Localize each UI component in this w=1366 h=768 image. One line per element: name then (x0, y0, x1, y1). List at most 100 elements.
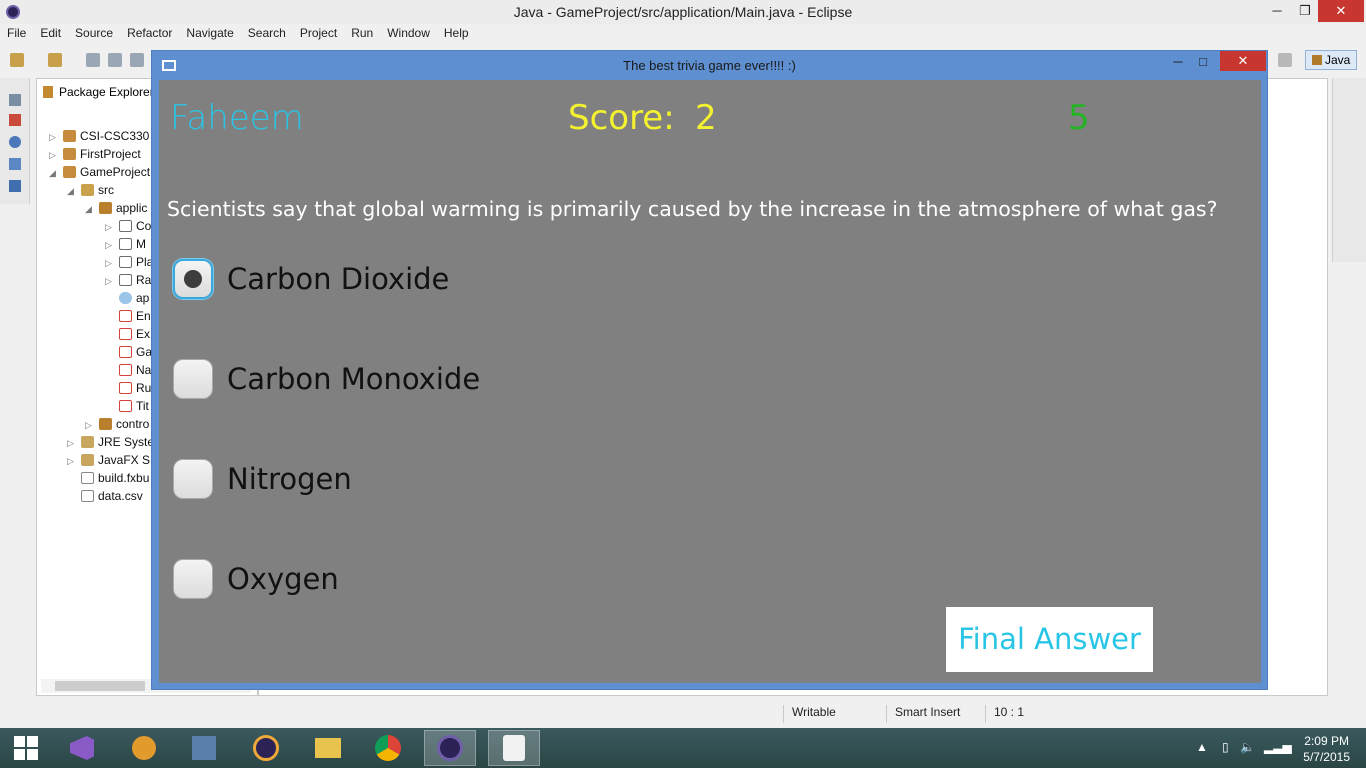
taskbar-intellij[interactable] (178, 730, 230, 766)
tree-item[interactable]: ▷ Pla (105, 255, 153, 273)
show-hidden-icons[interactable]: ▲ (1196, 740, 1208, 754)
trivia-game-window: The best trivia game ever!!!! :) ─ □ ✕ F… (151, 50, 1268, 690)
taskbar-app-orange[interactable] (118, 730, 170, 766)
tree-item[interactable]: Tit (105, 399, 149, 417)
game-panel: Faheem Score: 2 5 Scientists say that gl… (159, 80, 1261, 683)
tree-label: build.fxbu (98, 471, 150, 485)
menu-source[interactable]: Source (68, 24, 120, 44)
tree-label: Ga (136, 345, 153, 359)
tree-item[interactable]: Na (105, 363, 151, 381)
tree-label: applic (116, 201, 148, 215)
taskbar-eclipse[interactable] (240, 730, 292, 766)
tree-item[interactable]: ▷ JavaFX SD (67, 453, 159, 471)
answer-radio[interactable] (173, 459, 213, 499)
volume-icon[interactable]: 🔈 (1240, 740, 1255, 754)
new-icon[interactable] (10, 53, 24, 67)
final-answer-button[interactable]: Final Answer (946, 607, 1153, 672)
tree-label: contro (116, 417, 150, 431)
trivia-title-bar[interactable]: The best trivia game ever!!!! :) ─ □ ✕ (152, 51, 1267, 79)
dialog-maximize-button[interactable]: □ (1192, 52, 1214, 74)
file-icon (81, 490, 94, 502)
taskbar-eclipse-2[interactable] (424, 730, 476, 766)
package-explorer-tab[interactable]: Package Explorer (37, 79, 155, 105)
menu-file[interactable]: File (0, 24, 33, 44)
menu-project[interactable]: Project (293, 24, 344, 44)
declaration-icon[interactable] (9, 158, 21, 170)
menu-navigate[interactable]: Navigate (179, 24, 240, 44)
tree-item[interactable]: ▷ Ra (105, 273, 151, 291)
network-icon[interactable]: ▂▃▅ (1264, 740, 1292, 754)
menu-search[interactable]: Search (241, 24, 293, 44)
javadoc-icon[interactable] (9, 136, 21, 148)
maximize-button[interactable]: ❐ (1290, 0, 1320, 22)
tree-item[interactable]: ap (105, 291, 149, 309)
tree-item[interactable]: Ex (105, 327, 150, 345)
answer-radio[interactable] (173, 359, 213, 399)
clock-time: 2:09 PM (1304, 734, 1349, 748)
taskbar-chrome[interactable] (362, 730, 414, 766)
answer-radio[interactable] (173, 259, 213, 299)
close-button[interactable]: ✕ (1318, 0, 1364, 22)
minimize-button[interactable]: ─ (1262, 0, 1292, 22)
tree-item[interactable]: Ru (105, 381, 151, 399)
taskbar-visual-studio[interactable] (56, 730, 108, 766)
dialog-close-button[interactable]: ✕ (1220, 51, 1266, 71)
menu-edit[interactable]: Edit (33, 24, 68, 44)
cursor-position: 10 : 1 (985, 705, 1024, 723)
java-perspective-button[interactable]: Java (1305, 50, 1357, 70)
answer-label[interactable]: Carbon Dioxide (227, 262, 449, 296)
answer-label[interactable]: Nitrogen (227, 462, 352, 496)
answer-option[interactable]: Nitrogen (173, 459, 352, 499)
tree-item[interactable]: ▷ contro (85, 417, 149, 435)
tree-label: Ex (136, 327, 151, 341)
tree-item[interactable]: Ga (105, 345, 152, 363)
tree-item[interactable]: build.fxbu (67, 471, 149, 489)
answer-option[interactable]: Carbon Dioxide (173, 259, 449, 299)
dialog-minimize-button[interactable]: ─ (1168, 52, 1188, 74)
menu-refactor[interactable]: Refactor (120, 24, 179, 44)
tree-item[interactable]: ▷ JRE Syster (67, 435, 158, 453)
new-package-icon[interactable] (48, 53, 62, 67)
scrollbar-thumb[interactable] (55, 681, 145, 691)
app-icon (132, 736, 156, 760)
answer-label[interactable]: Carbon Monoxide (227, 362, 480, 396)
file-icon (81, 472, 94, 484)
answer-option[interactable]: Carbon Monoxide (173, 359, 480, 399)
tree-item[interactable]: En (105, 309, 151, 327)
menu-window[interactable]: Window (380, 24, 437, 44)
tree-item[interactable]: ◢ GameProject (49, 165, 150, 183)
library-icon (81, 436, 94, 448)
tree-item[interactable]: ▷ M (105, 237, 146, 255)
answer-radio[interactable] (173, 559, 213, 599)
intellij-icon (192, 736, 216, 760)
tree-item[interactable]: data.csv (67, 489, 143, 507)
windows-taskbar: ▲ ▯ 🔈 ▂▃▅ 2:09 PM 5/7/2015 (0, 728, 1366, 768)
menu-run[interactable]: Run (344, 24, 380, 44)
tree-item[interactable]: ◢ src (67, 183, 114, 201)
java-icon (503, 735, 525, 761)
taskbar-java-app[interactable] (488, 730, 540, 766)
print-icon[interactable] (130, 53, 144, 67)
device-icon[interactable]: ▯ (1222, 740, 1229, 754)
taskbar-clock[interactable]: 2:09 PM 5/7/2015 (1303, 733, 1350, 765)
tree-item[interactable]: ▷ CSI-CSC330 (49, 129, 149, 147)
project-icon (63, 166, 76, 178)
answer-option[interactable]: Oxygen (173, 559, 339, 599)
tree-item[interactable]: ◢ applic (85, 201, 147, 219)
menu-help[interactable]: Help (437, 24, 476, 44)
countdown-timer: 5 (1068, 98, 1090, 138)
save-icon[interactable] (86, 53, 100, 67)
junit-icon[interactable] (9, 114, 21, 126)
open-perspective-icon[interactable] (1278, 53, 1292, 67)
taskbar-file-explorer[interactable] (302, 730, 354, 766)
tree-item[interactable]: ▷ Co (105, 219, 151, 237)
start-button[interactable] (0, 730, 52, 766)
save-all-icon[interactable] (108, 53, 122, 67)
fxml-file-icon (119, 328, 132, 340)
restore-icon[interactable] (9, 94, 21, 106)
tree-item[interactable]: ▷ FirstProject (49, 147, 141, 165)
java-file-icon (119, 238, 132, 250)
console-icon[interactable] (9, 180, 21, 192)
tree-label: data.csv (98, 489, 143, 503)
answer-label[interactable]: Oxygen (227, 562, 339, 596)
